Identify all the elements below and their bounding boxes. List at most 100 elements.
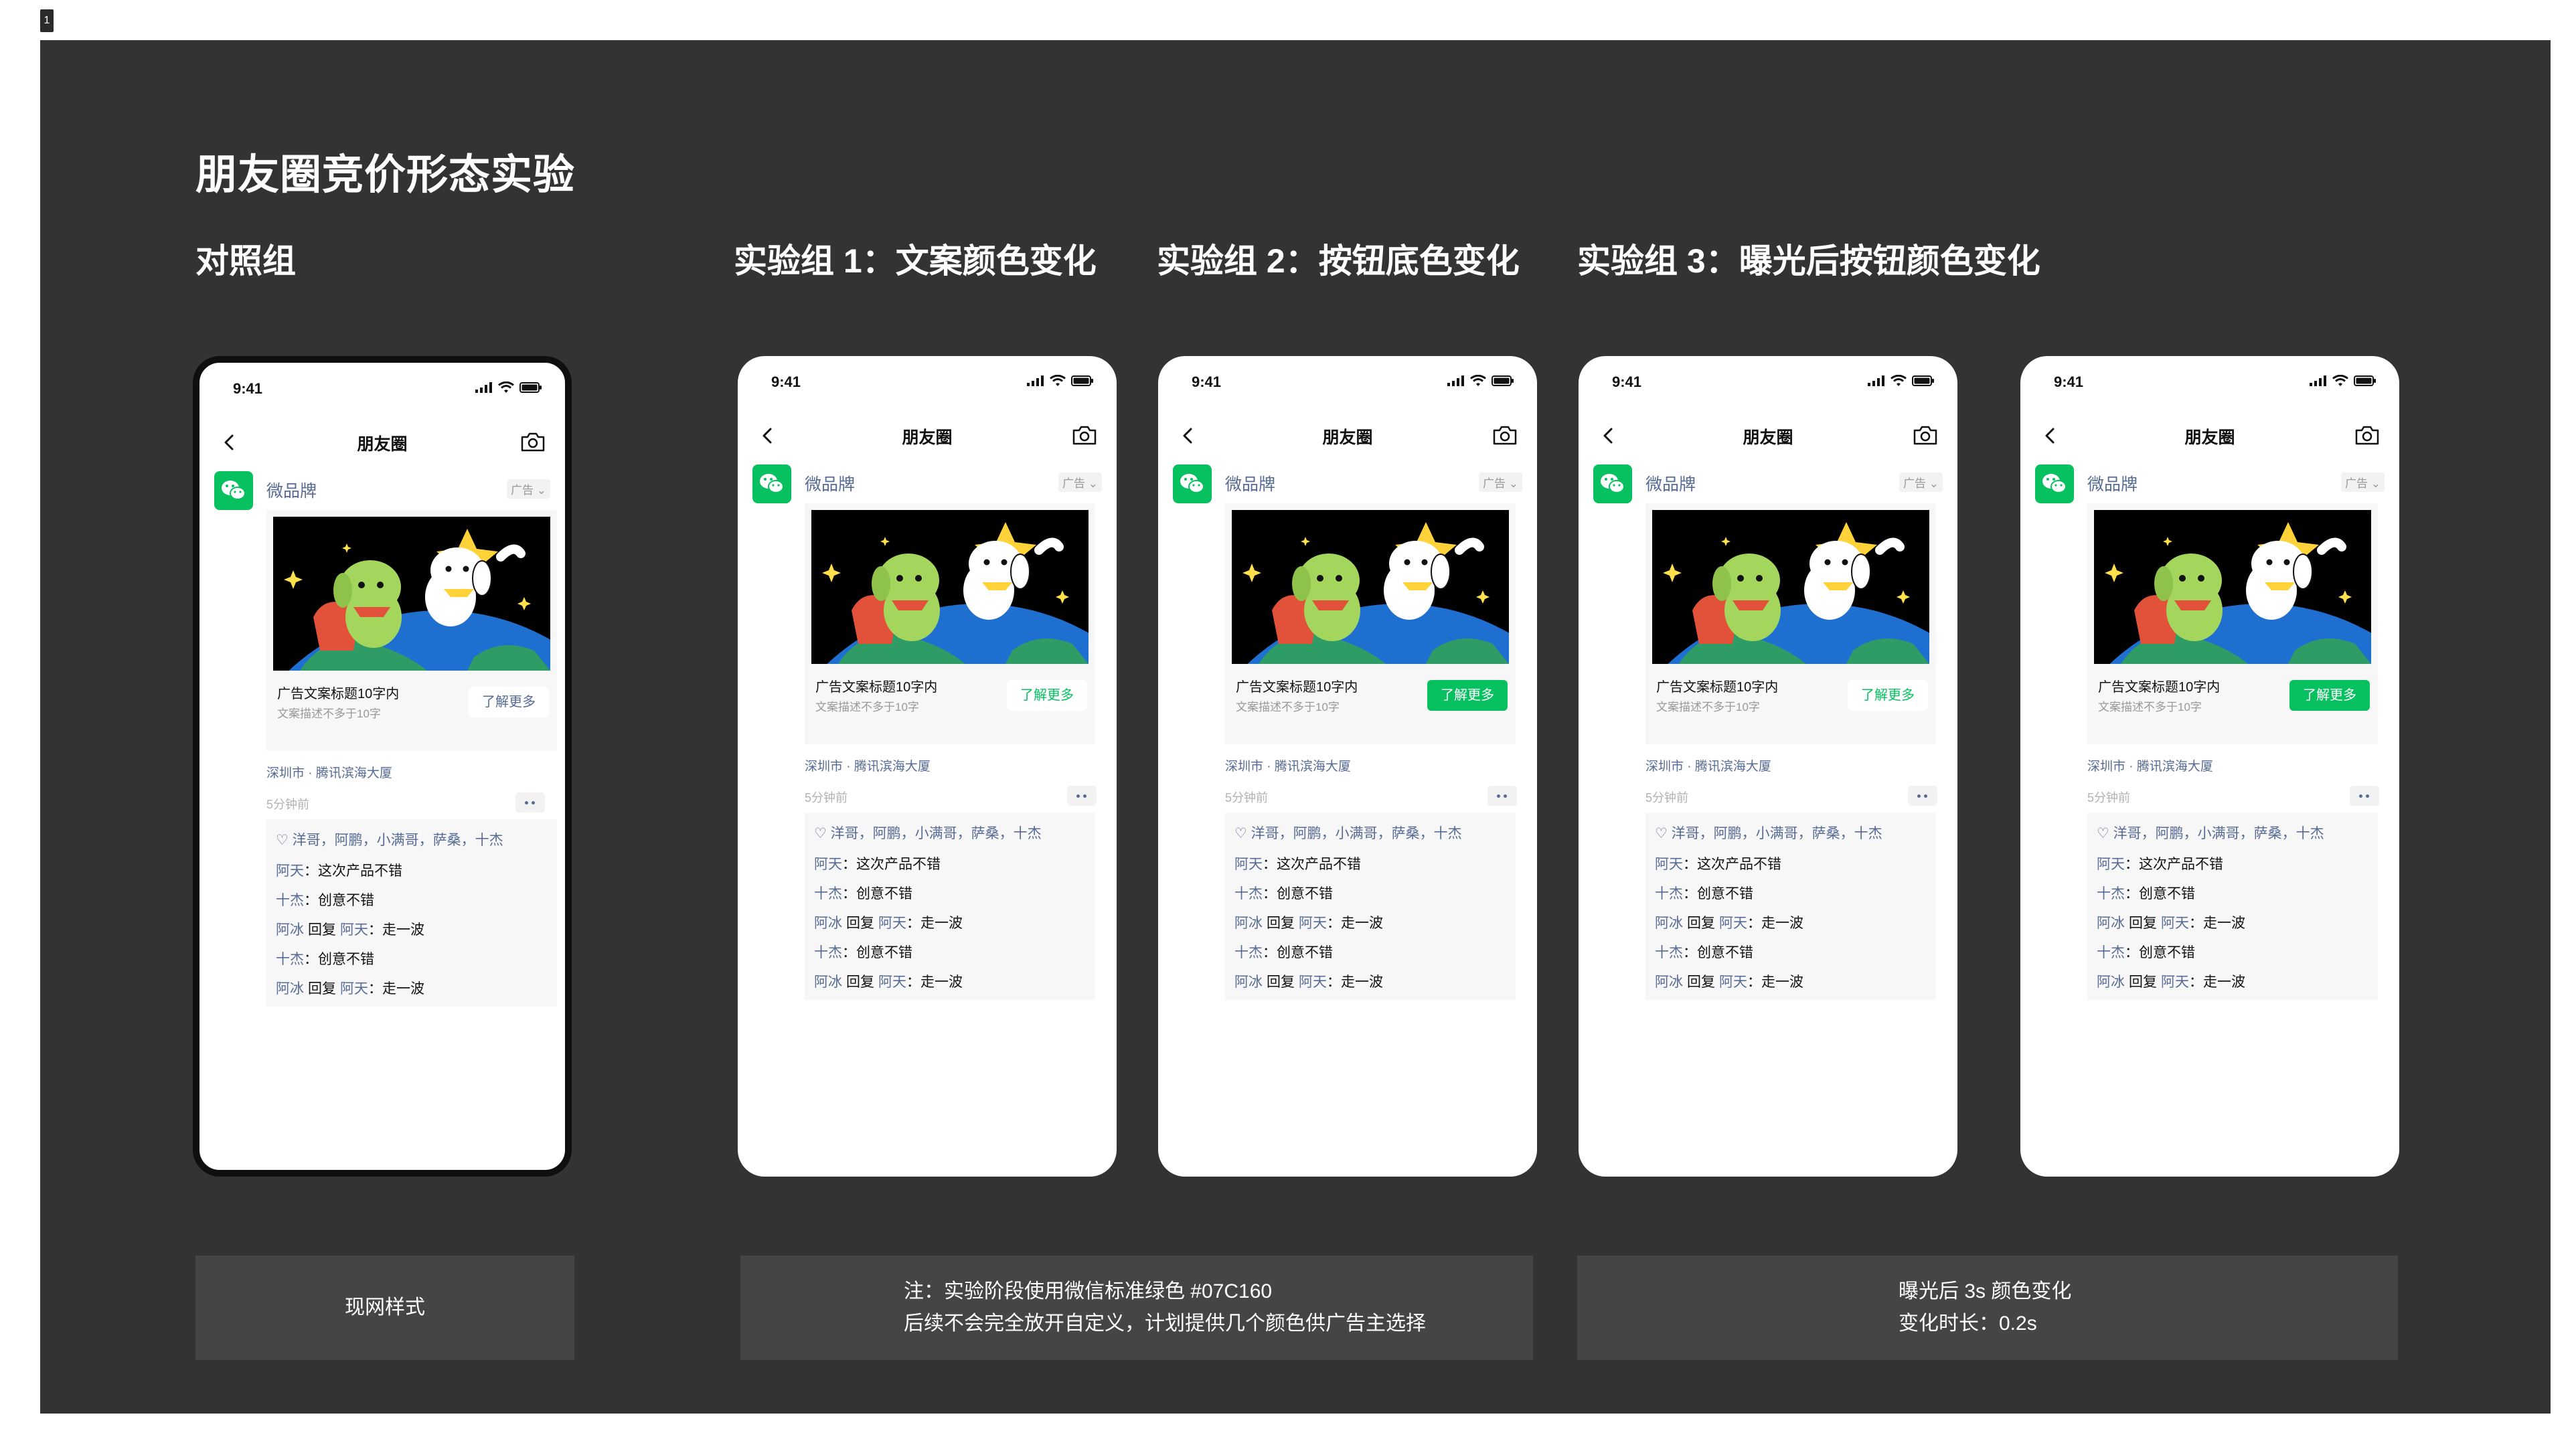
comment-author[interactable]: 十杰: [2097, 945, 2125, 960]
camera-icon[interactable]: [2354, 424, 2381, 447]
comment-row[interactable]: 十杰：创意不错: [276, 886, 548, 916]
ad-card[interactable]: 广告文案标题10字内 文案描述不多于10字 了解更多: [266, 510, 557, 751]
location-link[interactable]: 深圳市 · 腾讯滨海大厦: [805, 756, 931, 774]
comment-author[interactable]: 阿冰: [1655, 974, 1683, 990]
comment-row[interactable]: 阿冰 回复 阿天：走一波: [1655, 968, 1927, 997]
comment-row[interactable]: 阿天：这次产品不错: [1655, 850, 1927, 879]
more-actions-icon[interactable]: [1908, 786, 1937, 806]
comment-author[interactable]: 阿冰: [276, 981, 304, 997]
comment-author[interactable]: 阿天: [1655, 857, 1683, 872]
camera-icon[interactable]: [1071, 424, 1098, 447]
likes-names[interactable]: 洋哥，阿鹏，小满哥，萨桑，十杰: [1672, 826, 1882, 841]
comment-row[interactable]: 十杰：创意不错: [276, 945, 548, 974]
comment-author[interactable]: 阿天: [814, 857, 842, 872]
likes-names[interactable]: 洋哥，阿鹏，小满哥，萨桑，十杰: [2113, 826, 2324, 841]
brand-avatar[interactable]: [752, 464, 791, 503]
comment-row[interactable]: 阿冰 回复 阿天：走一波: [814, 909, 1086, 938]
comment-author[interactable]: 阿冰: [276, 922, 304, 938]
comment-reply-target[interactable]: 阿天: [340, 922, 368, 938]
location-link[interactable]: 深圳市 · 腾讯滨海大厦: [1645, 756, 1771, 774]
more-actions-icon[interactable]: [2350, 786, 2379, 806]
likes-names[interactable]: 洋哥，阿鹏，小满哥，萨桑，十杰: [831, 826, 1042, 841]
learn-more-button[interactable]: 了解更多: [2289, 680, 2370, 711]
ad-card[interactable]: 广告文案标题10字内 文案描述不多于10字 了解更多: [1225, 503, 1516, 744]
brand-name[interactable]: 微品牌: [2087, 471, 2138, 495]
comment-row[interactable]: 阿冰 回复 阿天：走一波: [1655, 909, 1927, 938]
comment-author[interactable]: 十杰: [276, 893, 304, 908]
comment-row[interactable]: 阿天：这次产品不错: [814, 850, 1086, 879]
ad-tag[interactable]: 广告 ⌄: [1058, 473, 1102, 492]
comment-row[interactable]: 阿冰 回复 阿天：走一波: [1234, 909, 1506, 938]
comment-author[interactable]: 十杰: [1234, 945, 1263, 960]
comment-author[interactable]: 阿天: [1234, 857, 1263, 872]
comment-reply-target[interactable]: 阿天: [1719, 916, 1747, 931]
comment-row[interactable]: 十杰：创意不错: [2097, 879, 2368, 909]
comment-row[interactable]: 十杰：创意不错: [1234, 879, 1506, 909]
brand-name[interactable]: 微品牌: [1645, 471, 1696, 495]
camera-icon[interactable]: [1912, 424, 1939, 447]
comment-reply-target[interactable]: 阿天: [1299, 916, 1327, 931]
ad-card[interactable]: 广告文案标题10字内 文案描述不多于10字 了解更多: [805, 503, 1095, 744]
brand-name[interactable]: 微品牌: [266, 478, 317, 502]
comment-reply-target[interactable]: 阿天: [340, 981, 368, 997]
brand-avatar[interactable]: [1173, 464, 1212, 503]
ad-tag[interactable]: 广告 ⌄: [2341, 473, 2385, 492]
comment-row[interactable]: 阿冰 回复 阿天：走一波: [814, 968, 1086, 997]
comment-reply-target[interactable]: 阿天: [878, 916, 906, 931]
comment-row[interactable]: 阿冰 回复 阿天：走一波: [276, 916, 548, 945]
comment-author[interactable]: 阿冰: [814, 974, 842, 990]
likes-names[interactable]: 洋哥，阿鹏，小满哥，萨桑，十杰: [293, 833, 503, 848]
comment-author[interactable]: 阿天: [2097, 857, 2125, 872]
comment-author[interactable]: 阿冰: [1234, 974, 1263, 990]
comment-row[interactable]: 阿天：这次产品不错: [1234, 850, 1506, 879]
comment-author[interactable]: 十杰: [276, 952, 304, 967]
comment-row[interactable]: 阿冰 回复 阿天：走一波: [2097, 968, 2368, 997]
more-actions-icon[interactable]: [1487, 786, 1517, 806]
comment-reply-target[interactable]: 阿天: [1299, 974, 1327, 990]
comment-reply-target[interactable]: 阿天: [2161, 974, 2189, 990]
comment-author[interactable]: 十杰: [2097, 886, 2125, 902]
comment-row[interactable]: 十杰：创意不错: [814, 938, 1086, 968]
comment-row[interactable]: 十杰：创意不错: [814, 879, 1086, 909]
location-link[interactable]: 深圳市 · 腾讯滨海大厦: [2087, 756, 2213, 774]
comment-author[interactable]: 阿冰: [2097, 916, 2125, 931]
likes-names[interactable]: 洋哥，阿鹏，小满哥，萨桑，十杰: [1251, 826, 1462, 841]
comment-row[interactable]: 阿天：这次产品不错: [2097, 850, 2368, 879]
comment-row[interactable]: 阿冰 回复 阿天：走一波: [1234, 968, 1506, 997]
comment-author[interactable]: 十杰: [814, 945, 842, 960]
brand-name[interactable]: 微品牌: [1225, 471, 1275, 495]
comment-author[interactable]: 阿天: [276, 863, 304, 879]
location-link[interactable]: 深圳市 · 腾讯滨海大厦: [266, 763, 392, 781]
comment-reply-target[interactable]: 阿天: [1719, 974, 1747, 990]
learn-more-button[interactable]: 了解更多: [1848, 680, 1928, 711]
brand-avatar[interactable]: [2035, 464, 2074, 503]
ad-tag[interactable]: 广告 ⌄: [507, 479, 550, 499]
brand-name[interactable]: 微品牌: [805, 471, 855, 495]
comment-row[interactable]: 十杰：创意不错: [1655, 879, 1927, 909]
comment-row[interactable]: 阿天：这次产品不错: [276, 857, 548, 886]
comment-author[interactable]: 阿冰: [2097, 974, 2125, 990]
comment-author[interactable]: 十杰: [1655, 945, 1683, 960]
comment-row[interactable]: 阿冰 回复 阿天：走一波: [2097, 909, 2368, 938]
ad-card[interactable]: 广告文案标题10字内 文案描述不多于10字 了解更多: [1645, 503, 1936, 744]
more-actions-icon[interactable]: [515, 792, 545, 813]
learn-more-button[interactable]: 了解更多: [1427, 680, 1508, 711]
ad-card[interactable]: 广告文案标题10字内 文案描述不多于10字 了解更多: [2087, 503, 2378, 744]
comment-author[interactable]: 十杰: [1655, 886, 1683, 902]
comment-row[interactable]: 十杰：创意不错: [2097, 938, 2368, 968]
comment-author[interactable]: 阿冰: [1234, 916, 1263, 931]
comment-author[interactable]: 阿冰: [814, 916, 842, 931]
brand-avatar[interactable]: [214, 471, 253, 510]
learn-more-button[interactable]: 了解更多: [469, 687, 549, 717]
ad-tag[interactable]: 广告 ⌄: [1479, 473, 1522, 492]
brand-avatar[interactable]: [1593, 464, 1632, 503]
comment-author[interactable]: 十杰: [814, 886, 842, 902]
comment-reply-target[interactable]: 阿天: [878, 974, 906, 990]
comment-reply-target[interactable]: 阿天: [2161, 916, 2189, 931]
ad-tag[interactable]: 广告 ⌄: [1899, 473, 1943, 492]
comment-row[interactable]: 阿冰 回复 阿天：走一波: [276, 974, 548, 1004]
comment-row[interactable]: 十杰：创意不错: [1234, 938, 1506, 968]
camera-icon[interactable]: [519, 431, 546, 454]
more-actions-icon[interactable]: [1067, 786, 1097, 806]
comment-author[interactable]: 十杰: [1234, 886, 1263, 902]
